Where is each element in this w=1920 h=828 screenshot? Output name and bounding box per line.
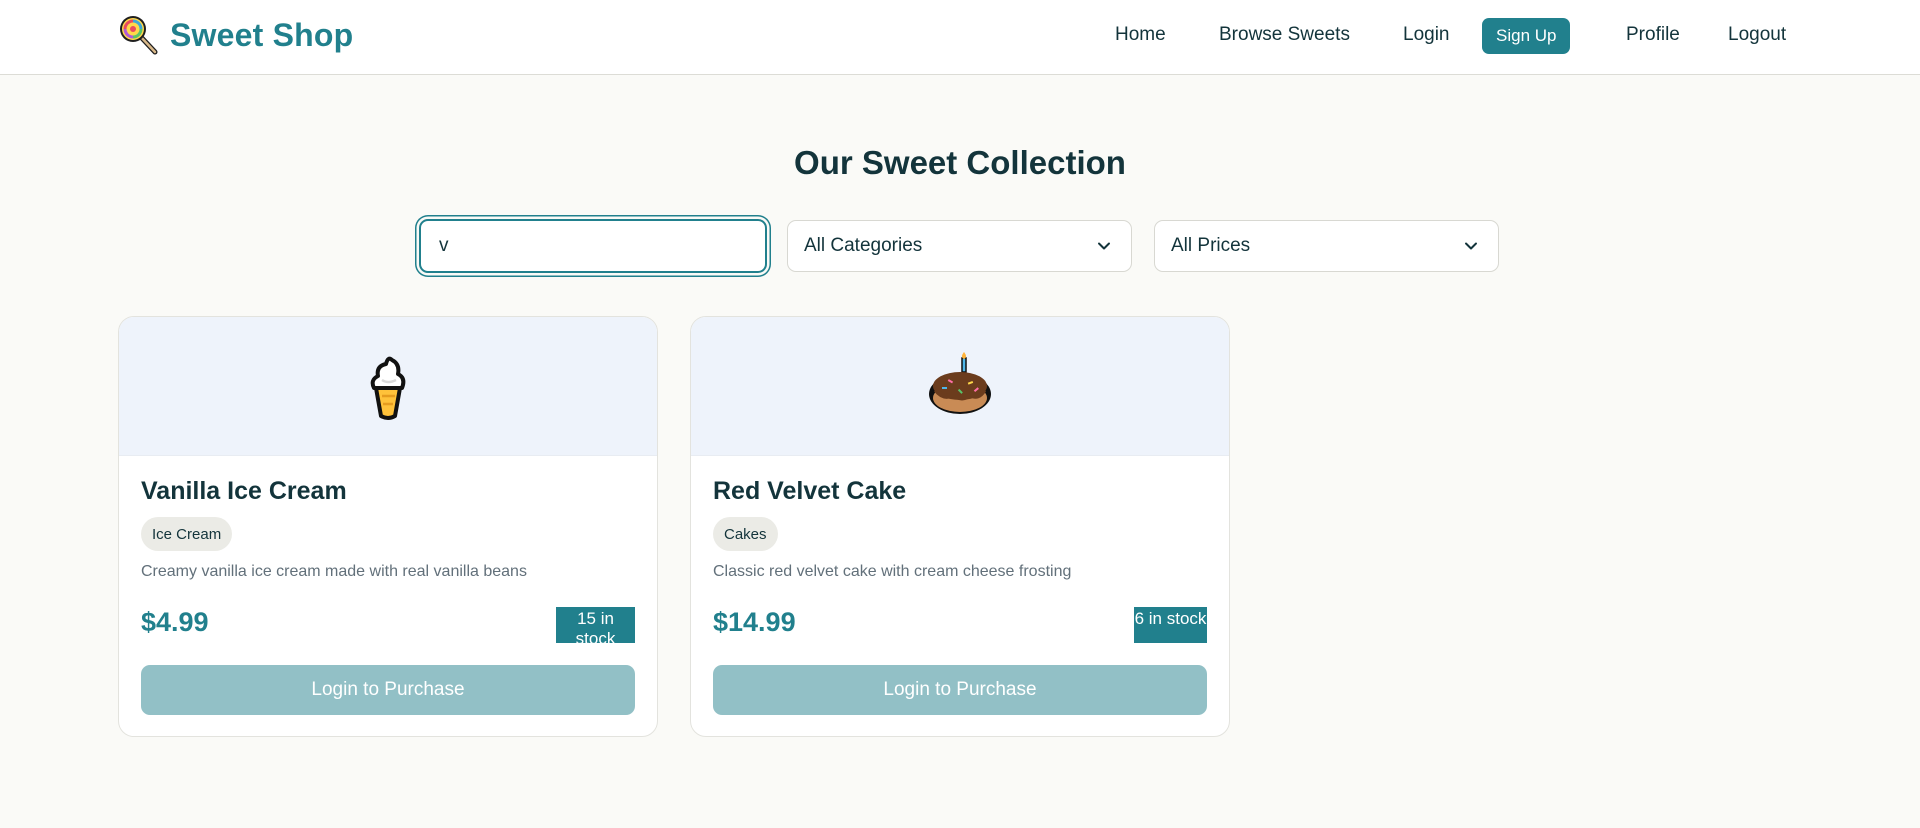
cake-icon	[929, 352, 991, 414]
category-badge: Ice Cream	[141, 517, 233, 551]
product-name: Vanilla Ice Cream	[141, 477, 347, 505]
price-select-value: All Prices	[1171, 235, 1251, 256]
nav-logout-link[interactable]: Logout	[1728, 24, 1786, 46]
product-description: Creamy vanilla ice cream made with real …	[141, 563, 527, 580]
product-card: Vanilla Ice Cream Ice Cream Creamy vanil…	[118, 316, 658, 737]
lollipop-icon	[120, 16, 158, 55]
nav-browse-link[interactable]: Browse Sweets	[1219, 24, 1350, 46]
product-price: $14.99	[713, 607, 796, 637]
category-badge: Cakes	[713, 517, 778, 551]
stock-badge: 6 in stock	[1134, 607, 1207, 643]
nav-home-link[interactable]: Home	[1115, 24, 1166, 46]
signup-button[interactable]: Sign Up	[1482, 18, 1571, 54]
page-title: Our Sweet Collection	[794, 144, 1126, 181]
top-navbar: Sweet Shop Home Browse Sweets Login Sign…	[0, 0, 1920, 75]
product-price: $4.99	[141, 607, 209, 637]
nav-profile-link[interactable]: Profile	[1626, 24, 1680, 46]
stock-badge: 15 in stock	[556, 607, 635, 648]
product-name: Red Velvet Cake	[713, 477, 907, 505]
nav-login-link[interactable]: Login	[1403, 24, 1450, 46]
brand-name: Sweet Shop	[170, 16, 354, 53]
search-input[interactable]	[419, 219, 767, 273]
chevron-down-icon	[1098, 242, 1110, 250]
product-image	[119, 317, 657, 456]
category-select-value: All Categories	[804, 235, 923, 256]
category-select[interactable]: All Categories	[787, 220, 1132, 272]
brand-logo[interactable]: Sweet Shop	[118, 13, 353, 57]
login-to-purchase-button[interactable]: Login to Purchase	[713, 665, 1207, 715]
price-select[interactable]: All Prices	[1154, 220, 1499, 272]
product-card: Red Velvet Cake Cakes Classic red velvet…	[690, 316, 1230, 737]
product-description: Classic red velvet cake with cream chees…	[713, 563, 1072, 580]
chevron-down-icon	[1465, 242, 1477, 250]
product-image	[691, 317, 1229, 456]
login-to-purchase-button[interactable]: Login to Purchase	[141, 665, 635, 715]
ice-cream-icon	[370, 356, 406, 420]
